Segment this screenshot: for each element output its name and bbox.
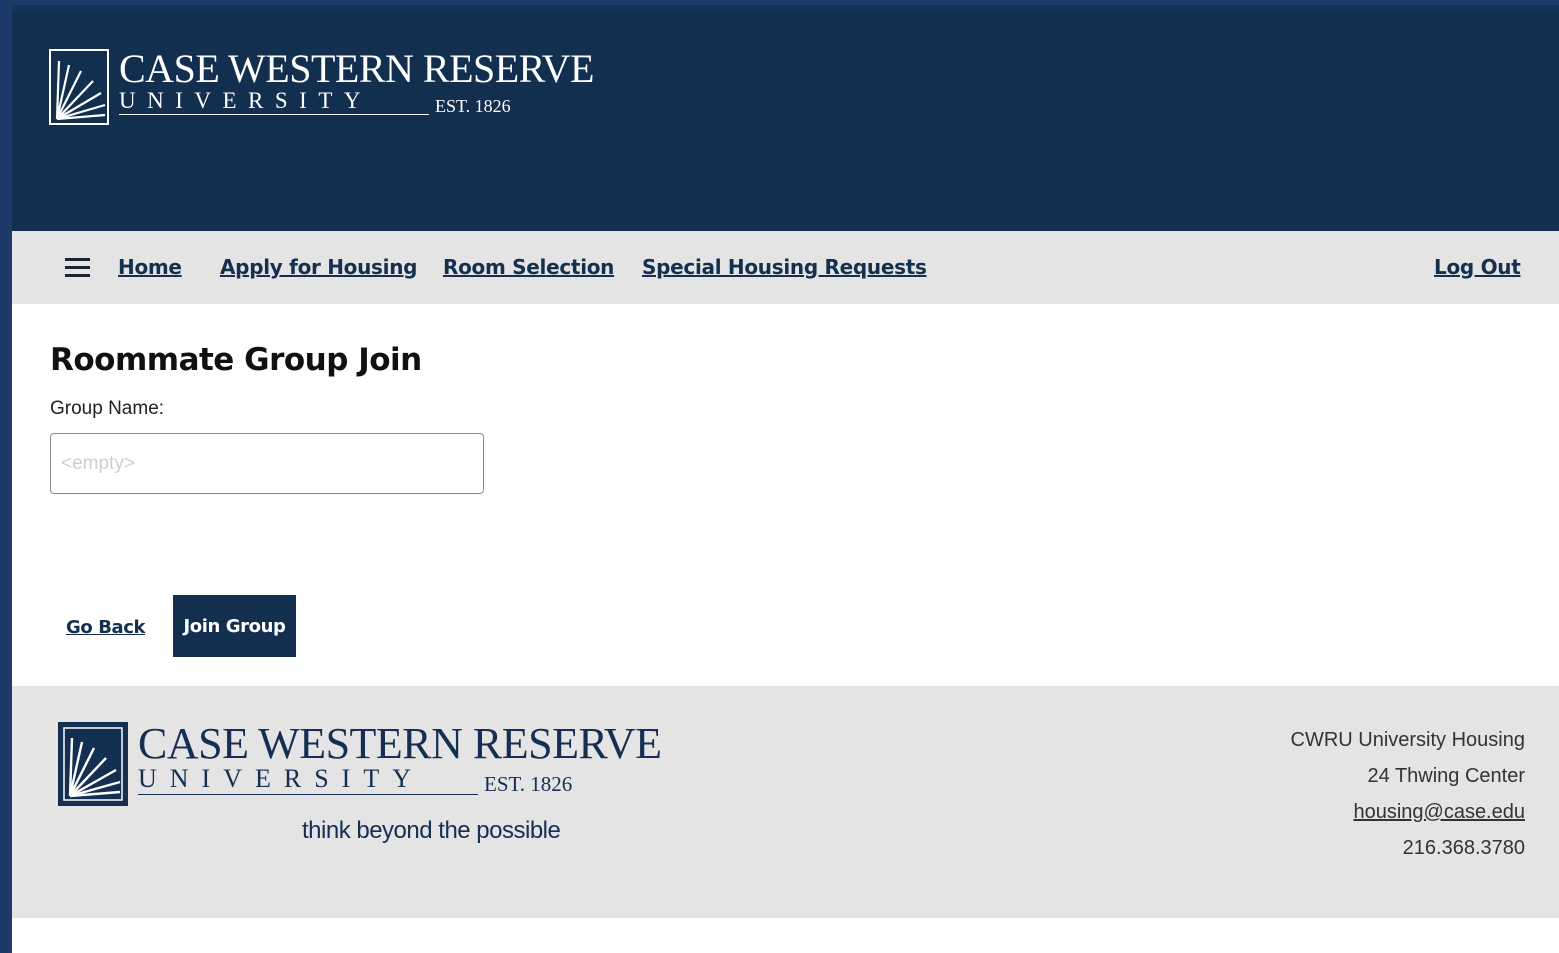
nav-link-special-housing-requests[interactable]: Special Housing Requests [642,255,927,279]
logo-wordmark: CASE WESTERN RESERVE UNIVERSITY EST. 182… [138,719,662,796]
logo-university: UNIVERSITY [119,89,429,115]
header-logo[interactable]: CASE WESTERN RESERVE UNIVERSITY EST. 182… [49,49,594,125]
contact-address: 24 Thwing Center [1367,765,1526,787]
site-header: CASE WESTERN RESERVE UNIVERSITY EST. 182… [12,5,1559,231]
sunburst-logo-icon [49,49,109,125]
nav-link-apply-for-housing[interactable]: Apply for Housing [220,255,417,279]
join-group-button[interactable]: Join Group [173,595,296,657]
main-nav: Home Apply for Housing Room Selection Sp… [12,231,1559,304]
contact-org: CWRU University Housing [1290,729,1526,751]
hamburger-menu-icon[interactable] [65,258,90,277]
nav-link-home[interactable]: Home [118,255,182,279]
footer-logo[interactable]: CASE WESTERN RESERVE UNIVERSITY EST. 182… [58,719,662,806]
footer-contact: CWRU University Housing 24 Thwing Center… [1291,722,1526,866]
group-name-input[interactable] [50,433,484,494]
footer-tagline: think beyond the possible [302,817,561,844]
logo-name: CASE WESTERN RESERVE [138,719,662,768]
contact-phone: 216.368.3780 [1402,837,1525,859]
contact-email-link[interactable]: housing@case.edu [1353,801,1525,823]
site-footer: CASE WESTERN RESERVE UNIVERSITY EST. 182… [12,686,1559,918]
logo-est: EST. 1826 [435,96,511,116]
sunburst-logo-icon [58,722,128,806]
logo-name: CASE WESTERN RESERVE [119,46,594,91]
page-frame: CASE WESTERN RESERVE UNIVERSITY EST. 182… [12,5,1559,953]
logo-wordmark: CASE WESTERN RESERVE UNIVERSITY EST. 182… [119,49,594,115]
go-back-link[interactable]: Go Back [66,617,146,638]
page-title: Roommate Group Join [50,342,422,378]
nav-link-room-selection[interactable]: Room Selection [443,255,614,279]
logout-link[interactable]: Log Out [1434,255,1521,279]
logo-est: EST. 1826 [484,772,573,796]
group-name-label: Group Name: [50,398,165,419]
logo-university: UNIVERSITY [138,766,478,795]
